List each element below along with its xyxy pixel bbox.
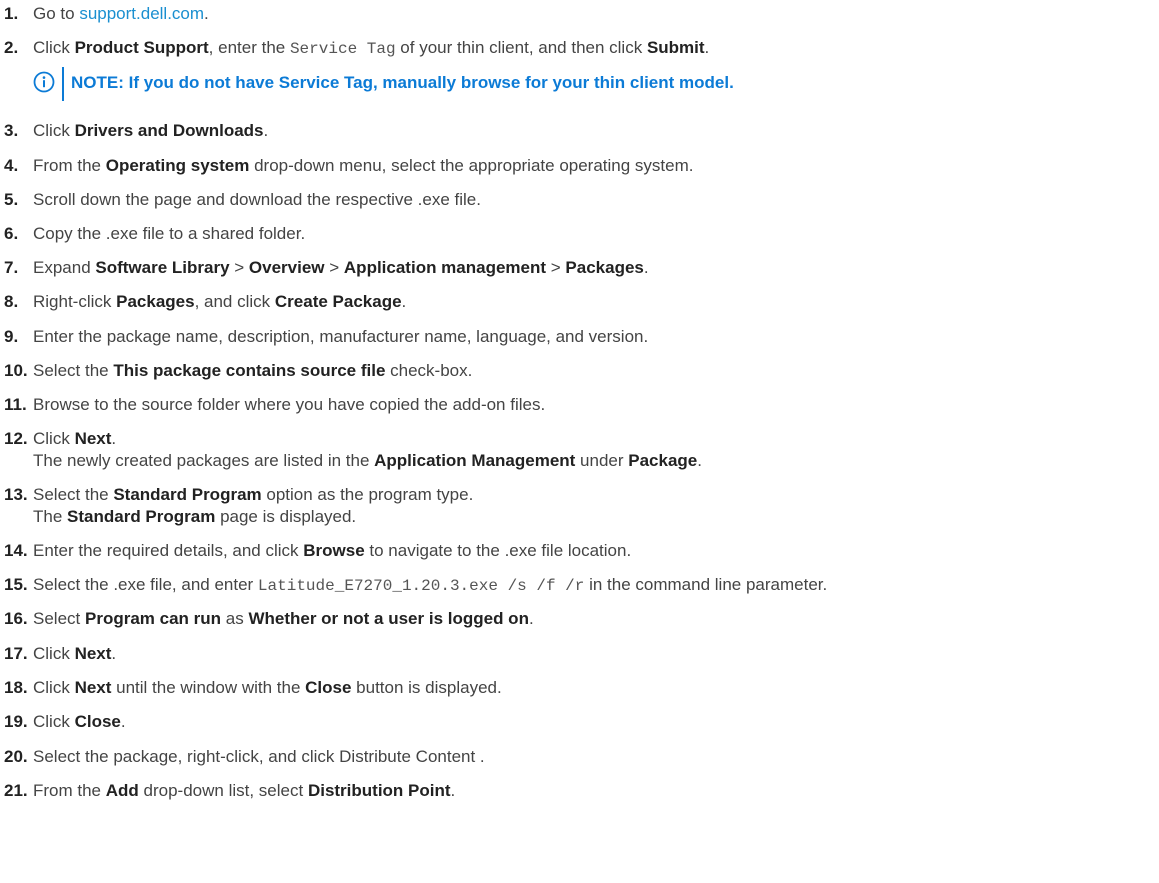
- step-text: Enter the required details, and click: [33, 541, 304, 560]
- step-text: Whether or not a user is logged on: [248, 609, 529, 628]
- step-text: page is displayed.: [215, 507, 357, 526]
- step-text: Standard Program: [67, 507, 216, 526]
- step-text: option as the program type.: [261, 485, 474, 504]
- step-text: of your thin client, and then click: [395, 38, 647, 57]
- step-text: Expand: [33, 258, 96, 277]
- step-text: .: [111, 644, 117, 663]
- step-text: , enter the: [208, 38, 290, 57]
- step-text: Browse: [303, 541, 365, 560]
- step-text: >: [546, 258, 566, 277]
- step-text: Submit: [646, 38, 705, 57]
- step-text: Software Library: [95, 258, 230, 277]
- step-text: .: [450, 781, 456, 800]
- step-text: From the: [33, 781, 106, 800]
- step-text: Packages: [116, 292, 195, 311]
- step-text: Standard Program: [113, 485, 262, 504]
- step-text: in the command line parameter.: [584, 575, 828, 594]
- step-text: Copy the .exe file to a shared folder.: [33, 224, 306, 243]
- step-text: Scroll down the page and download the re…: [33, 190, 481, 209]
- step-text: Browse to the source folder where you ha…: [33, 395, 546, 414]
- step-text: under: [575, 451, 629, 470]
- step-text: Latitude_E7270_1.20.3.exe /s /f /r: [257, 577, 585, 595]
- step-text: check-box.: [385, 361, 473, 380]
- step-text: drop-down menu, select the appropriate o…: [249, 156, 694, 175]
- step-text: Select the: [33, 361, 114, 380]
- step-text: Service Tag: [289, 40, 396, 58]
- note-divider: [62, 67, 64, 101]
- step-text: Select the .exe file, and enter: [33, 575, 258, 594]
- note-text: NOTE: If you do not have Service Tag, ma…: [71, 73, 734, 93]
- step-text: .: [528, 609, 534, 628]
- step-text: Next: [74, 678, 112, 697]
- step-text: Click: [33, 38, 75, 57]
- step-13: 13. Select the Standard Program option a…: [0, 485, 1159, 529]
- step-text: Product Support: [74, 38, 209, 57]
- step-text: Select: [33, 609, 85, 628]
- step-text: Select the package, right-click, and cli…: [33, 747, 485, 766]
- support-link[interactable]: support.dell.com: [79, 4, 204, 23]
- step-text: >: [229, 258, 249, 277]
- step-text: Go to: [33, 4, 80, 23]
- step-text: .: [263, 121, 269, 140]
- step-text: Close: [305, 678, 352, 697]
- step-text: .: [643, 258, 649, 277]
- step-text: .: [120, 712, 126, 731]
- step-text: Drivers and Downloads: [74, 121, 264, 140]
- step-text: Click: [33, 121, 75, 140]
- step-text: From the: [33, 156, 106, 175]
- info-icon: [33, 71, 55, 93]
- step-text: >: [324, 258, 344, 277]
- document: 1. Go to support.dell.com. 2. Click Prod…: [0, 0, 1159, 883]
- step-text: Click: [33, 712, 75, 731]
- step-text: Click: [33, 429, 75, 448]
- step-text: The newly created packages are listed in…: [33, 451, 375, 470]
- step-text: Package: [628, 451, 698, 470]
- step-text: NOTE:: [71, 73, 124, 92]
- note-callout: NOTE: If you do not have Service Tag, ma…: [33, 67, 1133, 101]
- step-text: Next: [74, 644, 112, 663]
- step-text: Click: [33, 678, 75, 697]
- step-text: Application Management: [374, 451, 576, 470]
- step-text: Close: [74, 712, 121, 731]
- step-text: .: [204, 4, 209, 23]
- step-text: If you do not have Service Tag, manually…: [123, 73, 734, 92]
- step-text: Distribution Point: [307, 781, 451, 800]
- step-text: to navigate to the .exe file location.: [364, 541, 632, 560]
- step-text: Click: [33, 644, 75, 663]
- step-text: until the window with the: [111, 678, 306, 697]
- step-text: The: [33, 507, 68, 526]
- step-text: Program can run: [84, 609, 222, 628]
- step-text: Select the: [33, 485, 114, 504]
- step-text: Enter the package name, description, man…: [33, 327, 649, 346]
- step-12: 12. Click Next. The newly created packag…: [0, 429, 1159, 473]
- step-text: Operating system: [105, 156, 250, 175]
- step-text: This package contains source file: [113, 361, 386, 380]
- step-text: , and click: [194, 292, 275, 311]
- step-text: Right-click: [33, 292, 117, 311]
- step-text: Create Package: [274, 292, 402, 311]
- step-text: Overview: [248, 258, 325, 277]
- step-text: Add: [105, 781, 139, 800]
- step-text: .: [401, 292, 407, 311]
- step-text: as: [221, 609, 249, 628]
- step-text: Packages: [565, 258, 644, 277]
- step-text: .: [697, 451, 702, 470]
- step-text: .: [704, 38, 710, 57]
- step-text: Next: [74, 429, 112, 448]
- step-result: The newly created packages are listed in…: [33, 451, 702, 471]
- step-text: .: [111, 429, 117, 448]
- step-text: button is displayed.: [351, 678, 502, 697]
- step-result: The Standard Program page is displayed.: [33, 507, 356, 527]
- step-text: drop-down list, select: [138, 781, 308, 800]
- step-text: Application management: [343, 258, 547, 277]
